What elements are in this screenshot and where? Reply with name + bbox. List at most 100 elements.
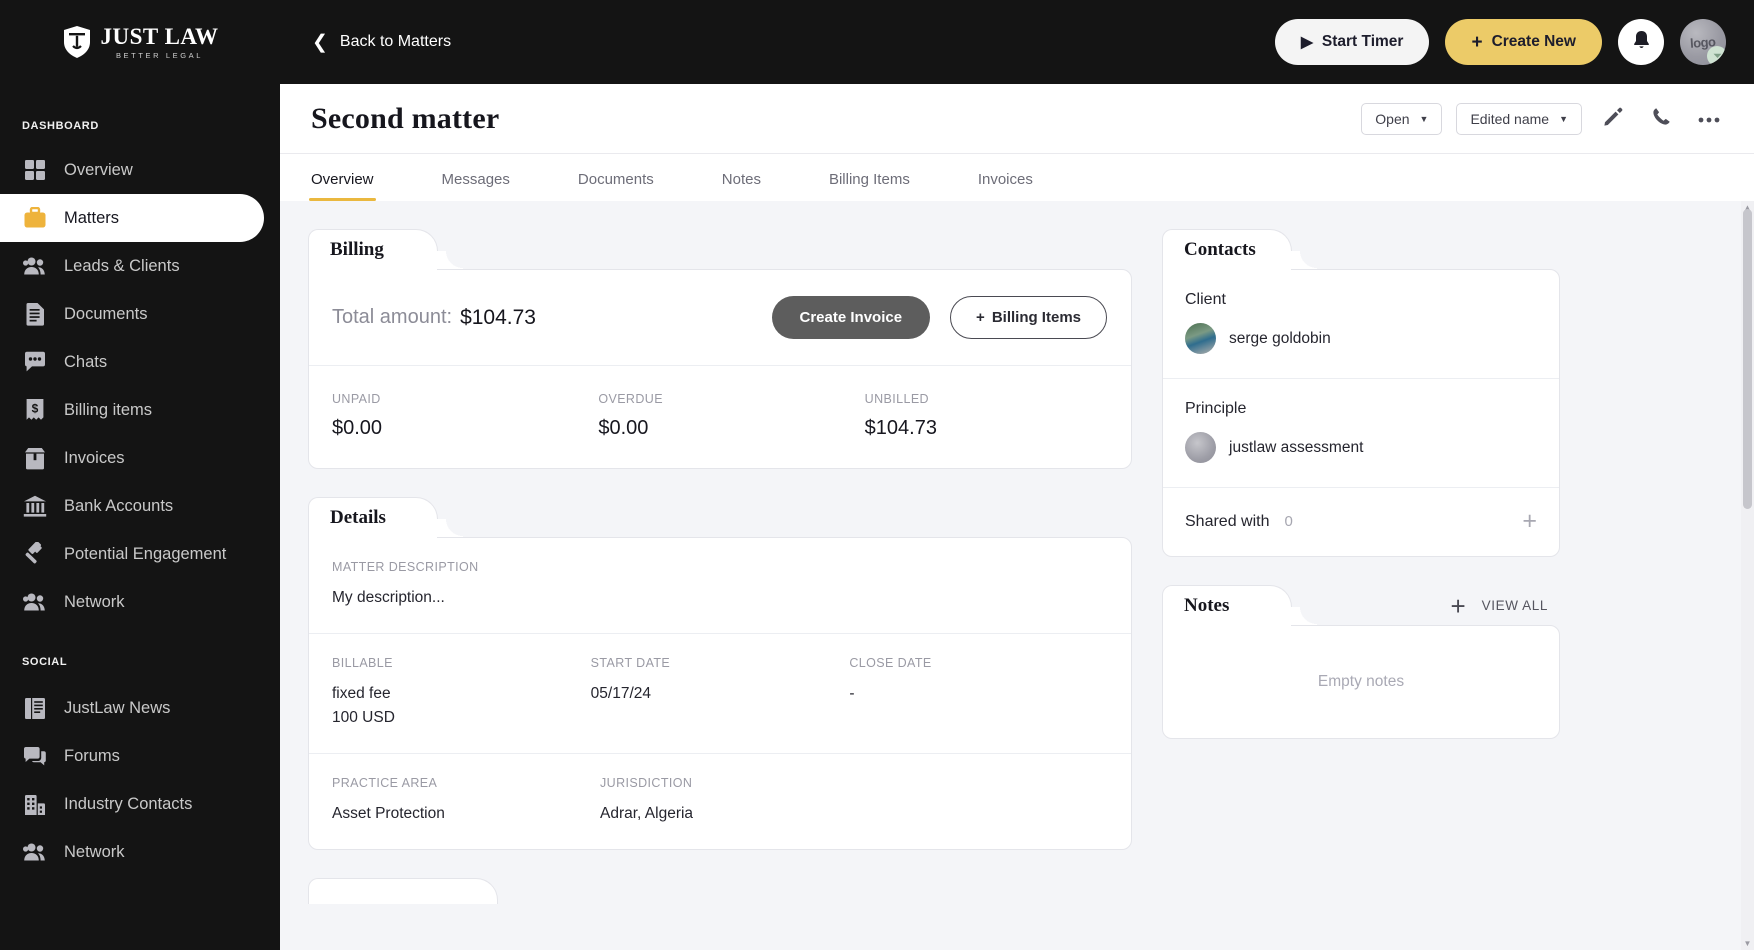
notifications-button[interactable]	[1618, 19, 1664, 65]
app-root: JUST LAW BETTER LEGAL DASHBOARD Overview M…	[0, 0, 1754, 950]
sidebar-item-label: Overview	[64, 160, 133, 179]
billing-card-tab: Billing	[308, 229, 463, 270]
shared-with-count: 0	[1284, 513, 1293, 530]
sidebar-item-label: Network	[64, 592, 125, 611]
start-timer-button[interactable]: ▶ Start Timer	[1274, 19, 1430, 65]
brand-tagline: BETTER LEGAL	[115, 50, 204, 60]
notes-card-body: Empty notes	[1162, 625, 1560, 739]
scroll-down-arrow[interactable]: ▼	[1743, 939, 1752, 948]
close-date-label: CLOSE DATE	[849, 656, 932, 671]
top-bar: ❮ Back to Matters ▶ Start Timer + Create…	[280, 0, 1754, 84]
tab-billing-items[interactable]: Billing Items	[829, 171, 910, 201]
add-note-button[interactable]: +	[1450, 593, 1465, 619]
matter-name-select[interactable]: Edited name ▼	[1456, 102, 1582, 135]
svg-text:$: $	[32, 402, 39, 416]
sidebar-nav: DASHBOARD Overview Matters Leads & Clients D…	[0, 120, 280, 876]
principle-person[interactable]: justlaw assessment	[1185, 432, 1537, 463]
tab-messages[interactable]: Messages	[442, 171, 510, 201]
more-options-button[interactable]	[1692, 102, 1726, 136]
sidebar-item-potential-engagement[interactable]: Potential Engagement	[0, 530, 280, 578]
billing-stat-overdue: OVERDUE $0.00	[598, 392, 864, 440]
top-bar-actions: ▶ Start Timer + Create New logo	[1274, 19, 1726, 65]
details-description-row: MATTER DESCRIPTION My description...	[309, 538, 1131, 635]
building-icon	[22, 791, 48, 817]
tab-overview[interactable]: Overview	[309, 171, 376, 201]
sidebar-item-bank-accounts[interactable]: Bank Accounts	[0, 482, 280, 530]
sidebar-item-leads-clients[interactable]: Leads & Clients	[0, 242, 280, 290]
sidebar-item-overview[interactable]: Overview	[0, 146, 280, 194]
billing-stat-unbilled: UNBILLED $104.73	[865, 392, 1131, 440]
shared-with-label: Shared with	[1185, 512, 1270, 530]
start-date-label: START DATE	[590, 656, 671, 671]
forum-icon	[22, 743, 48, 769]
back-to-matters-link[interactable]: ❮ Back to Matters	[312, 33, 451, 52]
jurisdiction-value: Adrar, Algeria	[600, 804, 694, 822]
billing-stat-label: UNPAID	[332, 392, 381, 406]
tab-notes[interactable]: Notes	[722, 171, 761, 201]
chevron-down-icon	[1707, 46, 1726, 65]
details-practice-row: PRACTICE AREA Asset Protection JURISDICT…	[309, 754, 1131, 849]
call-button[interactable]	[1644, 102, 1678, 136]
sidebar-item-network[interactable]: Network	[0, 578, 280, 626]
billing-stat-label: OVERDUE	[598, 392, 663, 406]
main-area: ❮ Back to Matters ▶ Start Timer + Create…	[280, 0, 1754, 950]
back-label: Back to Matters	[339, 33, 452, 50]
total-amount-label: Total amount:	[332, 306, 453, 328]
vertical-scrollbar[interactable]: ▲ ▼	[1741, 201, 1754, 950]
matter-status-value: Open	[1375, 110, 1410, 127]
briefcase-icon	[22, 205, 48, 231]
left-column: Billing Total amount: $104.73 Create Inv…	[308, 229, 1132, 950]
shield-icon	[62, 25, 92, 59]
tab-documents[interactable]: Documents	[578, 171, 654, 201]
sidebar-item-chats[interactable]: Chats	[0, 338, 280, 386]
sidebar-item-justlaw-news[interactable]: JustLaw News	[0, 684, 280, 732]
sidebar-item-label: Invoices	[64, 448, 125, 467]
billing-stat-unpaid: UNPAID $0.00	[332, 392, 598, 440]
billing-total-row: Total amount: $104.73 Create Invoice + B…	[309, 270, 1131, 366]
billing-stat-value: $0.00	[332, 417, 383, 439]
brand-logo[interactable]: JUST LAW BETTER LEGAL	[0, 0, 280, 84]
contacts-card-title: Contacts	[1184, 238, 1256, 260]
contacts-card-tab: Contacts	[1162, 229, 1317, 270]
sidebar-item-industry-contacts[interactable]: Industry Contacts	[0, 780, 280, 828]
add-shared-user-button[interactable]: +	[1522, 509, 1537, 534]
start-date-field: START DATE 05/17/24	[591, 656, 850, 729]
create-new-button[interactable]: + Create New	[1445, 19, 1602, 65]
client-person[interactable]: serge goldobin	[1185, 323, 1537, 354]
edit-matter-button[interactable]	[1596, 102, 1630, 136]
matter-description-field: MATTER DESCRIPTION My description...	[332, 560, 479, 609]
ellipsis-icon	[1698, 110, 1720, 128]
next-card-tab-partial	[308, 878, 498, 904]
sidebar-item-network[interactable]: Network	[0, 828, 280, 876]
avatar	[1185, 432, 1216, 463]
view-all-notes-link[interactable]: VIEW ALL	[1482, 598, 1548, 613]
jurisdiction-field: JURISDICTION Adrar, Algeria	[600, 776, 868, 825]
tab-invoices[interactable]: Invoices	[978, 171, 1033, 201]
content-area: Billing Total amount: $104.73 Create Inv…	[280, 201, 1754, 950]
add-billing-items-button[interactable]: + Billing Items	[950, 296, 1107, 339]
principle-name: justlaw assessment	[1229, 438, 1364, 456]
chevron-down-icon: ▼	[1419, 113, 1429, 124]
sidebar-item-invoices[interactable]: Invoices	[0, 434, 280, 482]
sidebar-item-billing-items[interactable]: $ Billing items	[0, 386, 280, 434]
bell-icon	[1631, 29, 1652, 56]
close-date-field: CLOSE DATE -	[849, 656, 1108, 729]
matter-status-select[interactable]: Open ▼	[1361, 102, 1443, 135]
right-column: Contacts Client serge goldobin Principle	[1162, 229, 1560, 950]
user-avatar[interactable]: logo	[1680, 19, 1726, 65]
matter-description-label: MATTER DESCRIPTION	[332, 560, 479, 574]
sidebar-item-matters[interactable]: Matters	[0, 194, 264, 242]
create-invoice-button[interactable]: Create Invoice	[771, 296, 931, 339]
sidebar-item-forums[interactable]: Forums	[0, 732, 280, 780]
play-icon: ▶	[1300, 33, 1313, 51]
sidebar-item-label: Billing items	[64, 400, 153, 419]
newspaper-icon	[22, 695, 48, 721]
scrollbar-thumb[interactable]	[1743, 209, 1752, 509]
sidebar-item-label: Forums	[64, 746, 120, 765]
practice-area-value: Asset Protection	[332, 804, 445, 822]
sidebar-item-documents[interactable]: Documents	[0, 290, 280, 338]
gavel-icon	[22, 541, 48, 567]
people-icon	[22, 253, 48, 279]
notes-card: Notes + VIEW ALL Empty notes	[1162, 585, 1560, 739]
client-name: serge goldobin	[1229, 329, 1331, 347]
